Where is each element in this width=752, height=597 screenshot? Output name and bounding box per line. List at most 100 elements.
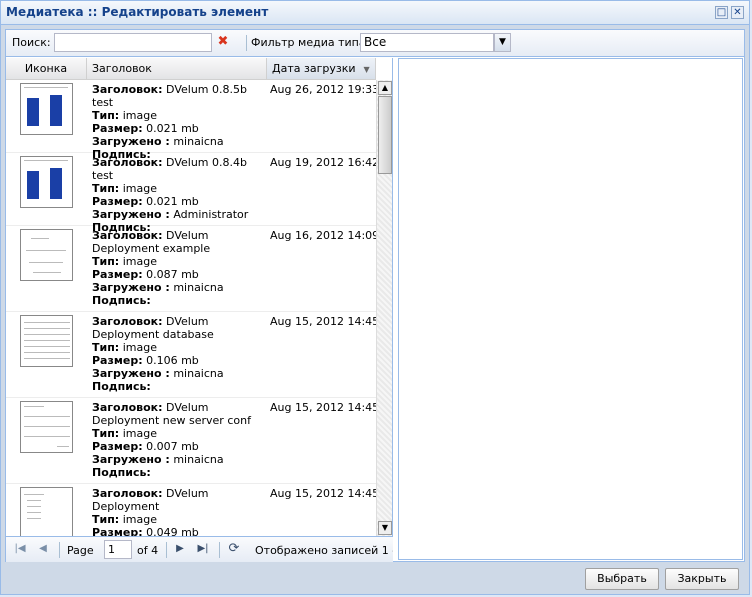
uploaded-label: Загружено :	[92, 367, 170, 380]
thumb-text-line	[24, 87, 68, 88]
table-row[interactable]: Заголовок: DVelum Deployment example Тип…	[6, 226, 376, 312]
table-row[interactable]: Заголовок: DVelum 0.8.4b test Тип: image…	[6, 153, 376, 234]
thumb-text-line	[24, 328, 70, 329]
thumb-text-line	[57, 446, 69, 447]
search-input[interactable]	[54, 33, 212, 52]
row-uploaded: minaicna	[173, 453, 224, 466]
window-titlebar[interactable]: Медиатека :: Редактировать элемент □ ✕	[1, 1, 749, 25]
row-date: Aug 19, 2012 16:42	[270, 156, 376, 169]
row-uploaded: minaicna	[173, 135, 224, 148]
next-page-icon[interactable]: ▶	[173, 542, 187, 556]
row-type: image	[122, 427, 157, 440]
thumb-bar	[27, 171, 39, 199]
thumb-text-line	[24, 494, 44, 495]
media-type-filter-select[interactable]: Все	[360, 33, 494, 52]
row-size: 0.007 mb	[146, 440, 199, 453]
thumb-text-line	[24, 416, 70, 417]
column-upload-date[interactable]: Дата загрузки ▼	[267, 58, 376, 79]
thumb-text-line	[24, 322, 70, 323]
thumbnail-image	[20, 83, 73, 135]
row-uploaded: minaicna	[173, 367, 224, 380]
pager-separator	[59, 542, 60, 558]
filter-toolbar: Поиск: ✖ Фильтр медиа типа: Все ▼	[6, 30, 744, 57]
size-label: Размер:	[92, 122, 143, 135]
maximize-icon[interactable]: □	[715, 6, 728, 19]
thumbnail-image	[20, 156, 73, 208]
row-uploaded: minaicna	[173, 281, 224, 294]
window-body: Поиск: ✖ Фильтр медиа типа: Все ▼ Иконка…	[5, 29, 745, 562]
media-library-window: Медиатека :: Редактировать элемент □ ✕ П…	[0, 0, 750, 595]
thumb-bar	[50, 95, 62, 126]
sort-desc-icon: ▼	[363, 65, 370, 74]
row-type: image	[122, 109, 157, 122]
thumb-text-line	[27, 512, 41, 513]
thumb-text-line	[24, 352, 70, 353]
caption-label: Подпись:	[92, 294, 151, 307]
size-label: Размер:	[92, 526, 143, 536]
caption-label: Подпись:	[92, 466, 151, 479]
type-label: Тип:	[92, 513, 120, 526]
row-size: 0.049 mb	[146, 526, 199, 536]
row-uploaded: Administrator	[173, 208, 249, 221]
row-info: Заголовок: DVelum Deployment new server …	[92, 401, 268, 479]
last-page-icon[interactable]: ▶|	[196, 542, 210, 556]
column-upload-date-label: Дата загрузки	[272, 62, 356, 75]
paging-toolbar: |◀ ◀ Page 1 of 4 ▶ ▶| ⟳ Отображено запис…	[6, 536, 393, 562]
column-title[interactable]: Заголовок	[87, 58, 267, 79]
row-date: Aug 16, 2012 14:09	[270, 229, 376, 242]
title-label: Заголовок:	[92, 401, 163, 414]
thumb-text-line	[24, 358, 70, 359]
caption-label: Подпись:	[92, 380, 151, 393]
search-label: Поиск:	[12, 36, 51, 49]
scrollbar-thumb[interactable]	[378, 96, 392, 174]
pager-separator	[166, 542, 167, 558]
size-label: Размер:	[92, 195, 143, 208]
row-date: Aug 26, 2012 19:33	[270, 83, 376, 96]
row-size: 0.021 mb	[146, 122, 199, 135]
row-date: Aug 15, 2012 14:45	[270, 315, 376, 328]
row-type: image	[122, 182, 157, 195]
thumb-text-line	[27, 518, 41, 519]
row-date: Aug 15, 2012 14:45	[270, 401, 376, 414]
table-row[interactable]: Заголовок: DVelum Deployment new server …	[6, 398, 376, 484]
uploaded-label: Загружено :	[92, 281, 170, 294]
preview-panel	[398, 58, 743, 560]
thumb-bar	[50, 168, 62, 199]
row-info: Заголовок: DVelum Deployment Тип: image …	[92, 487, 268, 536]
scroll-down-icon[interactable]: ▼	[378, 521, 392, 535]
page-number-input[interactable]: 1	[104, 540, 132, 559]
grid-scrollbar[interactable]: ▲ ▼	[376, 80, 392, 536]
uploaded-label: Загружено :	[92, 453, 170, 466]
size-label: Размер:	[92, 268, 143, 281]
thumb-text-line	[24, 436, 70, 437]
select-button[interactable]: Выбрать	[585, 568, 659, 590]
refresh-icon[interactable]: ⟳	[227, 542, 241, 556]
row-size: 0.106 mb	[146, 354, 199, 367]
close-icon[interactable]: ✕	[731, 6, 744, 19]
table-row[interactable]: Заголовок: DVelum Deployment database Ти…	[6, 312, 376, 398]
thumb-text-line	[24, 160, 68, 161]
column-icon[interactable]: Иконка	[6, 58, 87, 79]
thumb-text-line	[24, 346, 70, 347]
row-type: image	[122, 341, 157, 354]
prev-page-icon[interactable]: ◀	[36, 542, 50, 556]
type-label: Тип:	[92, 427, 120, 440]
thumb-text-line	[24, 340, 70, 341]
page-label: Page	[67, 544, 94, 557]
window-title: Медиатека :: Редактировать элемент	[6, 5, 269, 19]
table-row[interactable]: Заголовок: DVelum Deployment Тип: image …	[6, 484, 376, 536]
clear-search-icon[interactable]: ✖	[216, 35, 230, 49]
close-button[interactable]: Закрыть	[665, 568, 739, 590]
row-info: Заголовок: DVelum Deployment example Тип…	[92, 229, 268, 307]
chevron-down-icon[interactable]: ▼	[494, 33, 511, 52]
title-label: Заголовок:	[92, 156, 163, 169]
grid-rows: Заголовок: DVelum 0.8.5b test Тип: image…	[6, 80, 376, 536]
type-label: Тип:	[92, 109, 120, 122]
first-page-icon[interactable]: |◀	[13, 542, 27, 556]
uploaded-label: Загружено :	[92, 208, 170, 221]
scroll-up-icon[interactable]: ▲	[378, 81, 392, 95]
thumbnail-image	[20, 315, 73, 367]
thumb-bar	[27, 98, 39, 126]
table-row[interactable]: Заголовок: DVelum 0.8.5b test Тип: image…	[6, 80, 376, 161]
uploaded-label: Загружено :	[92, 135, 170, 148]
